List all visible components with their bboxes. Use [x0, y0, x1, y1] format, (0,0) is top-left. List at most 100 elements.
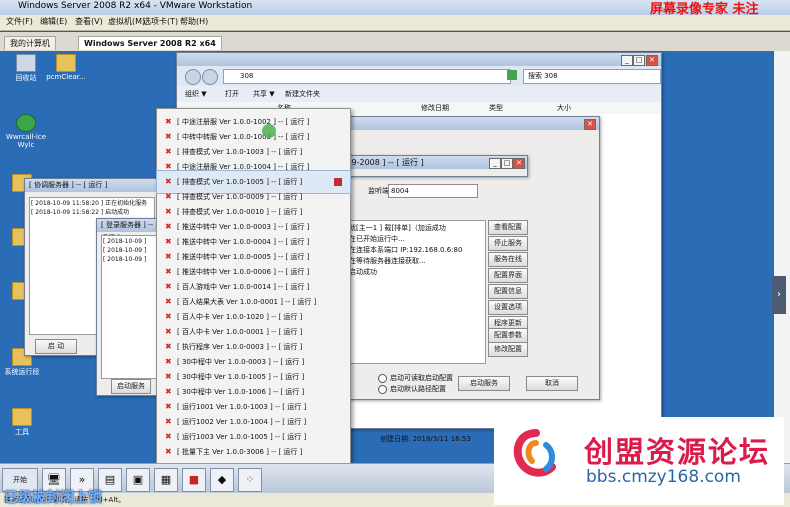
stop-icon: ✖: [165, 342, 172, 351]
pcmclear-desktop-icon[interactable]: pcmClear...: [44, 54, 88, 81]
created-date: 创建日期: 2018/3/11 16:53: [380, 435, 471, 443]
maximize-button[interactable]: □: [501, 158, 513, 169]
system-run-label: 系统运行段: [4, 368, 40, 376]
edit-config-button[interactable]: 修改配置: [488, 342, 528, 357]
start-label: 开始: [13, 476, 27, 484]
wwrcall-label: Wwrcall-ice Wylc: [5, 133, 47, 149]
menu-help[interactable]: 帮助(H): [180, 16, 208, 27]
stop-icon: ✖: [165, 177, 172, 186]
tab-windows-server[interactable]: Windows Server 2008 R2 x64: [78, 36, 222, 50]
login-server-window: [ 登录服务器 ] -- [ 运行 ] [ 2018-10-09 ] [ 201…: [96, 218, 164, 396]
refresh-icon[interactable]: [507, 70, 517, 80]
app-window-icon[interactable]: ▣: [126, 468, 150, 492]
menu-file[interactable]: 文件(F): [6, 16, 33, 27]
forward-icon[interactable]: [202, 69, 218, 85]
service-context-menu: ✖[ 中途注册服 Ver 1.0.0-1002 ] -- [ 运行 ] ✖[ 中…: [156, 108, 351, 465]
explorer-toolbar: 组织 ▼ 打开 共享 ▼ 新建文件夹: [177, 86, 661, 103]
minimize-button[interactable]: _: [489, 158, 501, 169]
stop-icon: ✖: [165, 162, 172, 171]
stop-icon: ✖: [165, 387, 172, 396]
cancel-button[interactable]: 取消: [526, 376, 578, 391]
service-online-button[interactable]: 服务在线: [488, 252, 528, 267]
log-line: [ 2018-10-09 ]: [103, 256, 147, 263]
address-input[interactable]: 308: [223, 69, 511, 84]
column-size[interactable]: 大小: [557, 103, 571, 113]
vmware-title: Windows Server 2008 R2 x64 - VMware Work…: [18, 1, 253, 11]
coord-server-title: [ 协调服务器 ] -- [ 运行 ]: [25, 179, 157, 192]
stop-service-button[interactable]: 停止服务: [488, 236, 528, 251]
pcmclear-label: pcmClear...: [46, 73, 86, 81]
recycle-bin-desktop-icon[interactable]: 回收站: [4, 54, 48, 83]
network-icon[interactable]: ▦: [154, 468, 178, 492]
search-input[interactable]: 搜索 308: [523, 69, 661, 84]
organize-button[interactable]: 组织 ▼: [185, 89, 207, 99]
stop-icon: ✖: [165, 402, 172, 411]
tools-desktop-icon[interactable]: 工具: [0, 408, 44, 437]
vmware-titlebar: Windows Server 2008 R2 x64 - VMware Work…: [0, 0, 790, 17]
log-line: 就[主一1 ] 载[排单]（加运成功: [349, 224, 446, 232]
settings-button[interactable]: 设置选项: [488, 300, 528, 315]
close-button[interactable]: ✕: [513, 158, 525, 169]
menu-item-label: [ 批量下主 Ver 1.0.0-3006 ] -- [ 运行 ]: [177, 448, 303, 456]
maximize-button[interactable]: □: [633, 55, 645, 66]
forum-url: bbs.cmzy168.com: [586, 467, 741, 487]
minimize-button[interactable]: _: [621, 55, 633, 66]
wwrcall-desktop-icon[interactable]: Wwrcall-ice Wylc: [4, 114, 48, 149]
vertical-scrollbar[interactable]: [774, 51, 790, 463]
explorer-addressbar-row: 308 搜索 308: [177, 66, 661, 86]
log-line: [ 2018-10-09 11:58:20 ] 正在初始化服务: [31, 200, 148, 207]
open-button[interactable]: 打开: [225, 89, 239, 99]
close-button[interactable]: ✕: [584, 119, 596, 130]
recycle-bin-label: 回收站: [15, 74, 37, 82]
menu-edit[interactable]: 编辑(E): [40, 16, 67, 27]
menu-view[interactable]: 查看(V): [75, 16, 103, 27]
menu-vm[interactable]: 虚拟机(M): [108, 16, 145, 27]
subwindow-title-text: -0.9-2008 ] -- [ 运行 ]: [341, 158, 424, 167]
stop-icon: ✖: [165, 267, 172, 276]
service-log: 就[主一1 ] 载[排单]（加运成功 在已开始运行中... 在连接本系端口 IP…: [346, 220, 486, 364]
status-badge-icon: [334, 178, 342, 186]
lock-icon[interactable]: ■: [182, 468, 206, 492]
tab-my-computer[interactable]: 我的计算机: [4, 36, 56, 50]
column-modified[interactable]: 修改日期: [421, 103, 449, 113]
stop-icon: ✖: [165, 147, 172, 156]
stop-icon: ✖: [165, 207, 172, 216]
menu-item[interactable]: ✖ [ 批量下主 Ver 1.0.0-3006 ] -- [ 运行 ]: [157, 441, 350, 463]
folder-icon: [56, 54, 76, 72]
service-subwindow-title: -0.9-2008 ] -- [ 运行 ] _ □ ✕: [336, 155, 528, 177]
stop-icon: ✖: [165, 222, 172, 231]
log-line: 在已开始运行中...: [349, 235, 405, 243]
login-server-log: [ 2018-10-09 ] [ 2018-10-09 ] [ 2018-10-…: [101, 235, 161, 379]
dice-icon[interactable]: ⁘: [238, 468, 262, 492]
video-caption: 已级被封闭上锁: [4, 490, 102, 506]
log-line: 在连接本系端口 IP:192.168.0.6:80: [349, 246, 463, 254]
game-icon[interactable]: ◆: [210, 468, 234, 492]
forum-logo-icon: [513, 429, 556, 477]
folder-icon: [12, 408, 32, 426]
config-info-button[interactable]: 配置信息: [488, 284, 528, 299]
back-icon[interactable]: [185, 69, 201, 85]
port-input[interactable]: 8004: [388, 184, 478, 198]
menu-tabs[interactable]: 选项卡(T): [143, 16, 178, 27]
radio-read-config[interactable]: [378, 374, 387, 383]
subwindow-titlebar: -0.9-2008 ] -- [ 运行 ] _ □ ✕: [337, 156, 527, 169]
vmware-tabbar: 我的计算机 Windows Server 2008 R2 x64: [0, 32, 790, 52]
radio-default-path[interactable]: [378, 385, 387, 394]
coord-start-button[interactable]: 启 动: [35, 339, 77, 354]
expand-arrow-icon[interactable]: ›: [772, 276, 786, 314]
vmware-menubar: 文件(F) 编辑(E) 查看(V) 虚拟机(M) 选项卡(T) 帮助(H): [0, 15, 790, 31]
view-config-button[interactable]: 查看配置: [488, 220, 528, 235]
mouse-cursor-highlight: [262, 124, 276, 138]
log-line: 在等待服务器连接获取...: [349, 257, 426, 265]
login-server-title: [ 登录服务器 ] -- [ 运行 ]: [97, 219, 163, 242]
new-folder-button[interactable]: 新建文件夹: [285, 89, 320, 99]
log-line: [ 2018-10-09 11:58:22 ] 启动成功: [31, 209, 130, 216]
login-start-button[interactable]: 启动服务: [111, 379, 151, 394]
config-params-button[interactable]: 配置参数: [488, 328, 528, 343]
config-ui-button[interactable]: 配置界面: [488, 268, 528, 283]
explorer-titlebar: _ □ ✕: [177, 53, 661, 66]
start-service-button[interactable]: 启动服务: [458, 376, 510, 391]
share-button[interactable]: 共享 ▼: [253, 89, 275, 99]
column-type[interactable]: 类型: [489, 103, 503, 113]
close-button[interactable]: ✕: [646, 55, 658, 66]
